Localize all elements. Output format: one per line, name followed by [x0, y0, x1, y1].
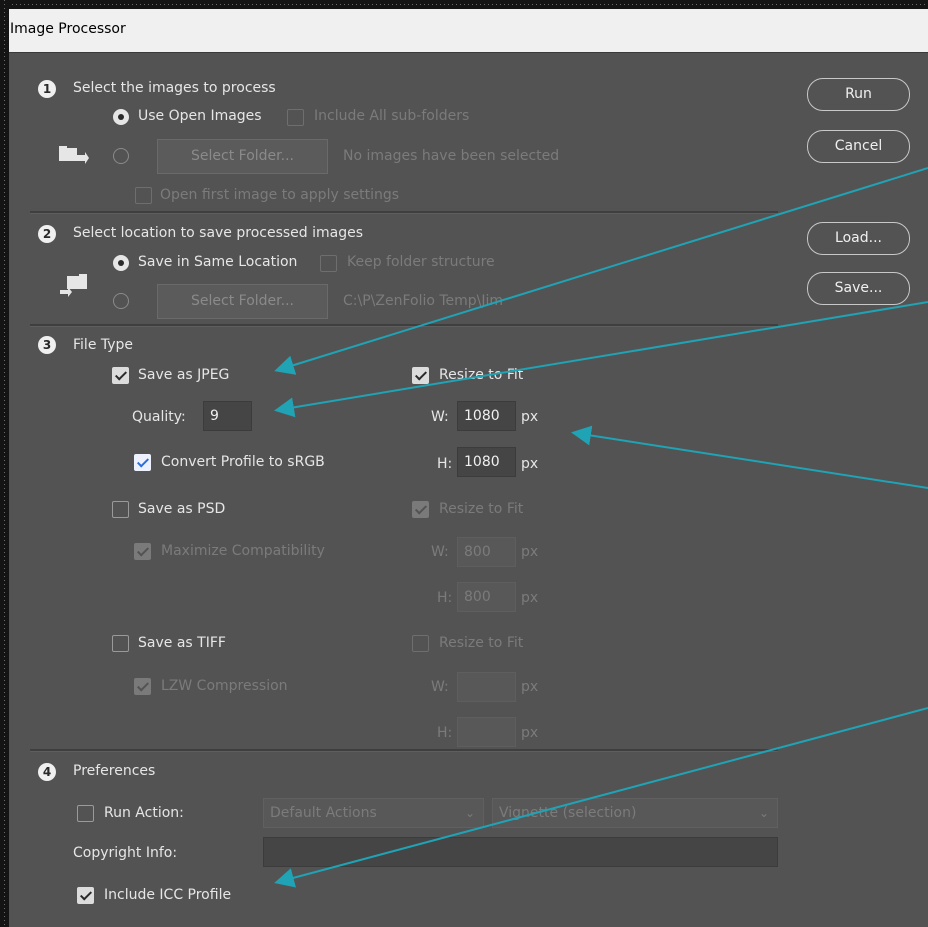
annotation-arrows [274, 167, 928, 888]
arrow-to-jpeg [274, 167, 928, 375]
image-processor-dialog: Image Processor 1 Select the images to p… [0, 0, 928, 927]
arrow-to-resize [571, 425, 928, 489]
arrow-to-quality [274, 301, 928, 418]
arrow-to-icc [274, 707, 928, 888]
